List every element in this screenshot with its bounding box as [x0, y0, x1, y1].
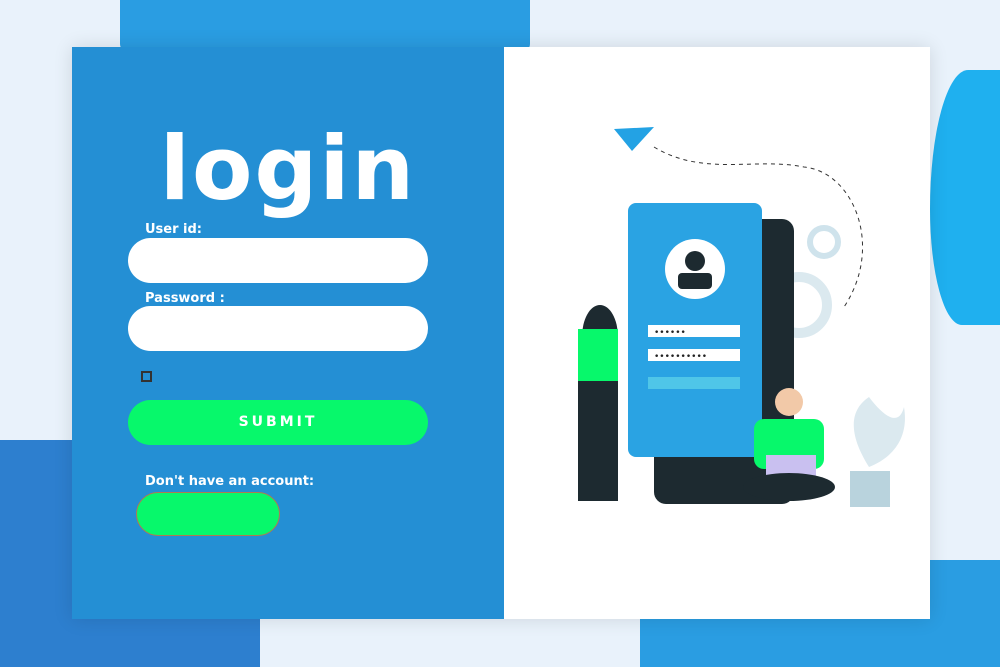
checkbox[interactable]: [141, 371, 152, 382]
login-card: login User id: Password : SUBMIT Don't h…: [72, 47, 930, 619]
paper-plane-icon: [614, 127, 654, 151]
password-label: Password :: [145, 291, 225, 306]
gear-icon: [807, 225, 841, 259]
login-panel: login User id: Password : SUBMIT Don't h…: [72, 47, 504, 619]
masked-user: ••••••: [654, 328, 686, 338]
submit-button[interactable]: SUBMIT: [128, 400, 428, 445]
bg-blob: [930, 70, 1000, 325]
woman-figure: [578, 329, 618, 383]
masked-password: ••••••••••: [654, 352, 707, 362]
user-id-input[interactable]: [128, 238, 428, 283]
page-title: login: [159, 117, 417, 220]
illustration-panel: •••••• ••••••••••: [504, 47, 930, 619]
login-illustration: •••••• ••••••••••: [578, 127, 905, 507]
no-account-label: Don't have an account:: [145, 474, 315, 489]
password-input[interactable]: [128, 306, 428, 351]
register-button[interactable]: [136, 492, 280, 536]
user-id-label: User id:: [145, 222, 203, 237]
plant-icon: [853, 397, 905, 467]
